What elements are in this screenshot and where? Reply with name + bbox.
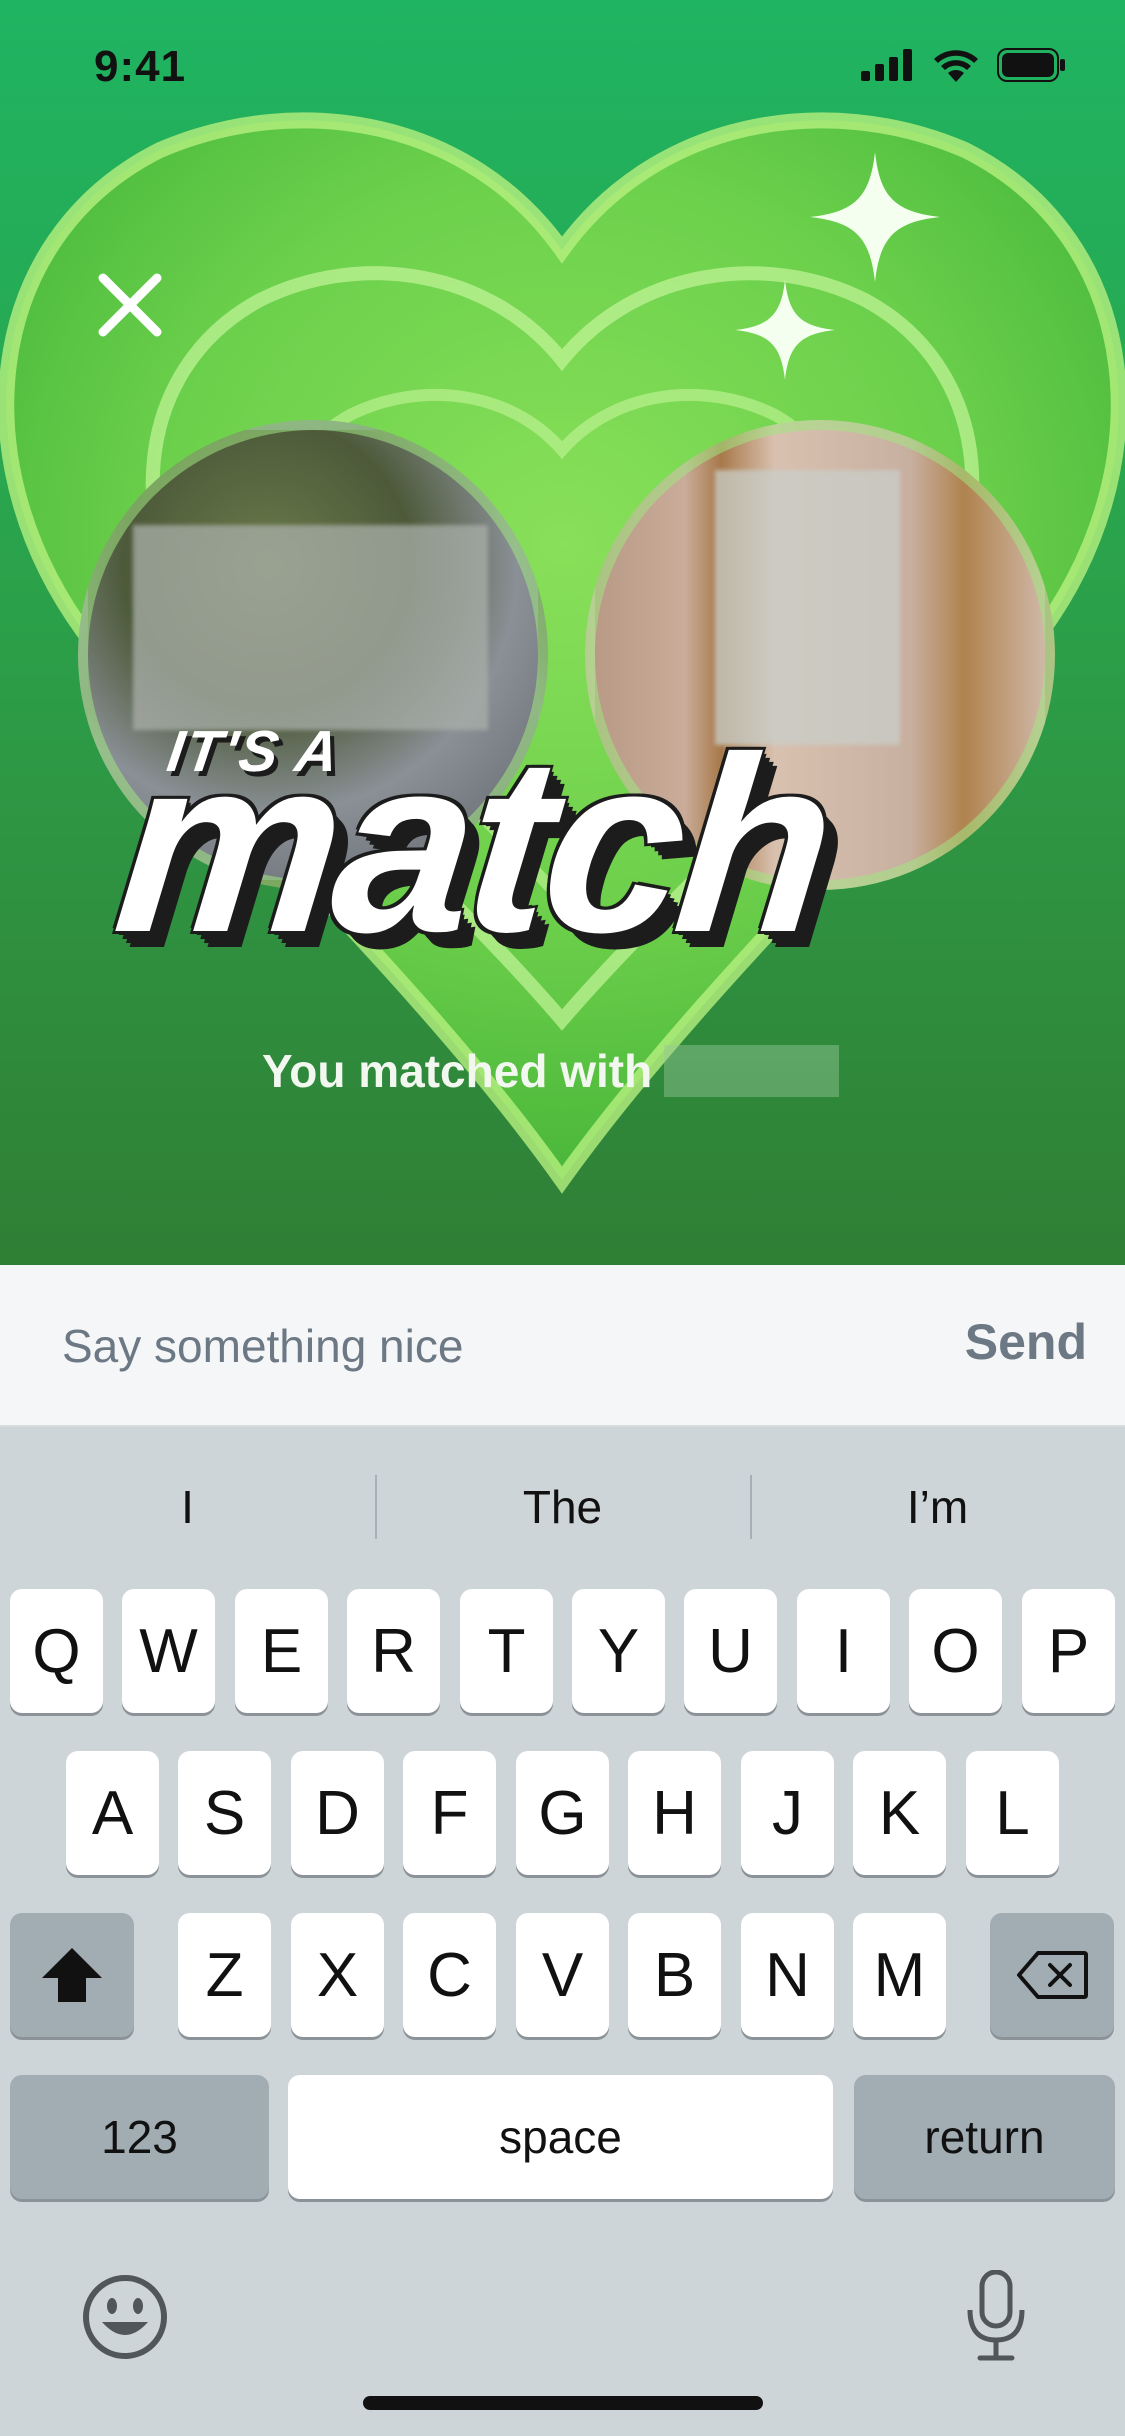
key-n[interactable]: N — [741, 1913, 834, 2037]
suggestion-item[interactable]: The — [375, 1467, 750, 1547]
redacted-name — [664, 1045, 840, 1097]
keyboard: I The I’m Q W E R T Y U I O P A S D F G … — [0, 1427, 1125, 2436]
status-time: 9:41 — [94, 42, 187, 91]
redacted-face — [133, 525, 488, 730]
key-u[interactable]: U — [684, 1589, 777, 1713]
key-q[interactable]: Q — [10, 1589, 103, 1713]
key-p[interactable]: P — [1022, 1589, 1115, 1713]
key-e[interactable]: E — [235, 1589, 328, 1713]
key-a[interactable]: A — [66, 1751, 159, 1875]
sparkle-icon — [735, 280, 835, 380]
close-icon[interactable] — [95, 270, 165, 340]
cellular-signal-icon — [861, 49, 912, 81]
key-w[interactable]: W — [122, 1589, 215, 1713]
key-s[interactable]: S — [178, 1751, 271, 1875]
send-button[interactable]: Send — [965, 1313, 1087, 1371]
predictive-bar: I The I’m — [0, 1467, 1125, 1547]
backspace-icon — [1017, 1951, 1088, 1999]
key-g[interactable]: G — [516, 1751, 609, 1875]
return-key[interactable]: return — [854, 2075, 1115, 2199]
key-y[interactable]: Y — [572, 1589, 665, 1713]
emoji-icon[interactable] — [82, 2274, 168, 2360]
matched-with-row: You matched with — [262, 1044, 840, 1098]
key-x[interactable]: X — [291, 1913, 384, 2037]
suggestion-item[interactable]: I — [0, 1467, 375, 1547]
key-t[interactable]: T — [460, 1589, 553, 1713]
key-o[interactable]: O — [909, 1589, 1002, 1713]
key-m[interactable]: M — [853, 1913, 946, 2037]
message-input[interactable] — [60, 1315, 864, 1377]
key-k[interactable]: K — [853, 1751, 946, 1875]
shift-icon — [42, 1948, 102, 2002]
home-indicator — [363, 2396, 763, 2410]
match-hero: 9:41 IT'S A match You matched with — [0, 0, 1125, 1265]
key-v[interactable]: V — [516, 1913, 609, 2037]
key-f[interactable]: F — [403, 1751, 496, 1875]
key-r[interactable]: R — [347, 1589, 440, 1713]
key-z[interactable]: Z — [178, 1913, 271, 2037]
redacted-face — [715, 470, 900, 745]
space-key[interactable]: space — [288, 2075, 833, 2199]
delete-key[interactable] — [990, 1913, 1114, 2037]
key-b[interactable]: B — [628, 1913, 721, 2037]
key-j[interactable]: J — [741, 1751, 834, 1875]
match-title: match — [105, 705, 842, 984]
key-c[interactable]: C — [403, 1913, 496, 2037]
key-h[interactable]: H — [628, 1751, 721, 1875]
message-composer: Send — [0, 1265, 1125, 1427]
shift-key[interactable] — [10, 1913, 134, 2037]
microphone-icon[interactable] — [964, 2270, 1028, 2362]
battery-icon — [997, 48, 1065, 82]
suggestion-item[interactable]: I’m — [750, 1467, 1125, 1547]
status-icons — [861, 48, 1067, 82]
key-d[interactable]: D — [291, 1751, 384, 1875]
key-l[interactable]: L — [966, 1751, 1059, 1875]
matched-with-text: You matched with — [262, 1045, 653, 1097]
sparkle-icon — [810, 152, 940, 282]
numbers-key[interactable]: 123 — [10, 2075, 269, 2199]
wifi-icon — [934, 50, 978, 82]
key-i[interactable]: I — [797, 1589, 890, 1713]
